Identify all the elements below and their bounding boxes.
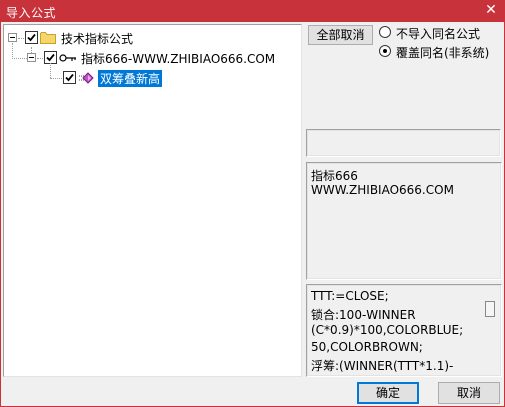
title-bar: 导入公式 ✕ <box>0 0 505 22</box>
cancel-all-label: 全部取消 <box>316 28 365 42</box>
radio-skip-same-name[interactable]: 不导入同名公式 <box>379 25 501 41</box>
info-field <box>306 129 501 157</box>
ok-label: 确定 <box>375 386 400 400</box>
collapse-icon[interactable] <box>8 33 17 42</box>
code-line: 锁合:100-WINNER <box>311 308 416 322</box>
description-line: WWW.ZHIBIAO666.COM <box>311 183 454 197</box>
code-line: TTT:=CLOSE; <box>311 289 389 303</box>
code-line: (C*0.9)*100,COLORBLUE; <box>311 323 464 337</box>
key-icon <box>59 52 77 64</box>
scrollbar-thumb[interactable] <box>485 301 495 317</box>
tree-node-leaf[interactable]: 双筹叠新高 <box>4 63 294 87</box>
cancel-button[interactable]: 取消 <box>438 382 500 404</box>
radio-circle[interactable] <box>379 45 391 57</box>
ok-button[interactable]: 确定 <box>357 382 419 404</box>
cancel-label: 取消 <box>456 386 481 400</box>
radio-circle[interactable] <box>379 26 391 38</box>
radio-skip-label: 不导入同名公式 <box>396 27 481 41</box>
description-line: 指标666 <box>311 169 358 183</box>
description-panel: 指标666 WWW.ZHIBIAO666.COM <box>306 162 502 280</box>
cancel-all-button[interactable]: 全部取消 <box>308 25 373 45</box>
code-line: 50,COLORBROWN; <box>311 340 423 354</box>
tree-checkbox-root[interactable] <box>25 31 38 44</box>
tree-node-group[interactable]: 指标666-WWW.ZHIBIAO666.COM <box>4 49 294 67</box>
formula-tree[interactable]: 技术指标公式 指标666-WWW.ZHIBIAO666.COM 双筹叠新高 <box>3 24 302 377</box>
collapse-icon[interactable] <box>27 53 36 62</box>
tree-node-root[interactable]: 技术指标公式 <box>4 29 294 47</box>
folder-icon <box>40 31 56 44</box>
close-button[interactable]: ✕ <box>483 2 499 18</box>
tree-label-root: 技术指标公式 <box>61 32 134 46</box>
tree-label-leaf: 双筹叠新高 <box>98 70 163 87</box>
tree-label-group: 指标666-WWW.ZHIBIAO666.COM <box>81 52 276 66</box>
radio-overwrite-same-name[interactable]: 覆盖同名(非系统) <box>379 44 501 60</box>
window-title: 导入公式 <box>6 6 57 20</box>
code-line: 浮筹:(WINNER(TTT*1.1)- <box>311 359 454 373</box>
formula-icon <box>78 72 98 84</box>
tree-checkbox-leaf[interactable] <box>63 71 76 84</box>
radio-overwrite-label: 覆盖同名(非系统) <box>396 46 490 60</box>
formula-code-panel[interactable]: TTT:=CLOSE; 锁合:100-WINNER (C*0.9)*100,CO… <box>306 284 502 377</box>
